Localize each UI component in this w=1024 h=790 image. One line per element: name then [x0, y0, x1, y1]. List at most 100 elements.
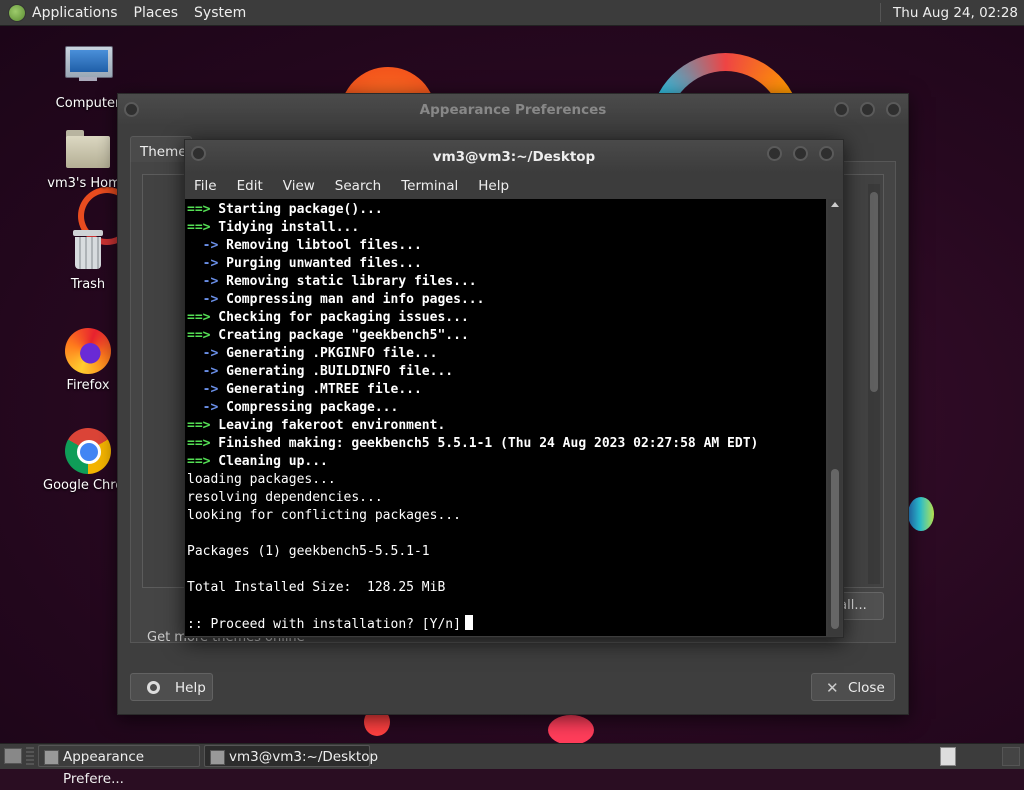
menu-file[interactable]: File [194, 178, 217, 194]
distro-logo-icon[interactable] [8, 3, 26, 22]
terminal-line: ==> Finished making: geekbench5 5.5.1-1 … [187, 435, 826, 453]
firefox-icon [65, 328, 111, 374]
minimize-button[interactable] [767, 146, 782, 161]
terminal-line: loading packages... [187, 471, 826, 489]
chrome-icon [65, 428, 111, 474]
top-panel: Applications Places System Thu Aug 24, 0… [0, 0, 1024, 26]
help-icon [147, 681, 160, 694]
terminal-line-text: Packages (1) geekbench5-5.5.1-1 [187, 544, 430, 559]
workspace-switcher[interactable] [940, 747, 956, 766]
terminal-line: -> Generating .PKGINFO file... [187, 345, 826, 363]
terminal-line: -> Removing static library files... [187, 273, 826, 291]
menu-help[interactable]: Help [478, 178, 509, 194]
close-button[interactable]: ✕ Close [811, 673, 895, 701]
terminal-line-text: :: Proceed with installation? [Y/n] [187, 617, 461, 632]
menu-view[interactable]: View [283, 178, 315, 194]
menu-places[interactable]: Places [134, 5, 179, 21]
terminal-menubar: File Edit View Search Terminal Help [185, 173, 843, 199]
terminal-line-text: Compressing man and info pages... [218, 292, 485, 307]
scrollbar-thumb[interactable] [831, 469, 839, 629]
terminal-line-text: Generating .PKGINFO file... [218, 346, 438, 361]
terminal-line-prefix: ==> [187, 202, 211, 217]
close-window-button[interactable] [886, 102, 901, 117]
trash-icon [71, 230, 105, 270]
taskbar-item-label: Appearance Prefere... [63, 749, 145, 787]
close-window-button[interactable] [819, 146, 834, 161]
terminal-line-text: Creating package "geekbench5"... [210, 328, 469, 343]
terminal-line-prefix: -> [187, 364, 219, 379]
terminal-line-text: resolving dependencies... [187, 490, 383, 505]
terminal-title: vm3@vm3:~/Desktop [432, 149, 596, 165]
terminal-line-prefix: -> [187, 274, 219, 289]
taskbar-item-terminal[interactable]: vm3@vm3:~/Desktop [204, 745, 378, 767]
terminal-line-prefix: ==> [187, 220, 211, 235]
terminal-line: looking for conflicting packages... [187, 507, 826, 525]
help-button-label: Help [175, 680, 206, 696]
wallpaper-dot [548, 715, 594, 743]
terminal-output: ==> Starting package()... ==> Tidying ins… [185, 199, 826, 633]
terminal-line: -> Purging unwanted files... [187, 255, 826, 273]
maximize-button[interactable] [860, 102, 875, 117]
terminal-line: ==> Creating package "geekbench5"... [187, 327, 826, 345]
menu-applications[interactable]: Applications [32, 5, 118, 21]
menu-edit[interactable]: Edit [237, 178, 263, 194]
taskbar-item-label: vm3@vm3:~/Desktop [229, 749, 379, 765]
terminal-line-text: Removing libtool files... [218, 238, 422, 253]
terminal-line: -> Generating .BUILDINFO file... [187, 363, 826, 381]
terminal-line-text: Generating .BUILDINFO file... [218, 364, 454, 379]
scroll-up-icon[interactable] [831, 202, 839, 207]
terminal-line-prefix: -> [187, 256, 219, 271]
terminal-line: ==> Cleaning up... [187, 453, 826, 471]
clock[interactable]: Thu Aug 24, 02:28 [893, 5, 1018, 21]
terminal-cursor [464, 615, 473, 630]
terminal-scrollbar[interactable] [828, 199, 842, 636]
terminal-line-text: Generating .MTREE file... [218, 382, 422, 397]
menu-system[interactable]: System [194, 5, 246, 21]
terminal-line-text: Checking for packaging issues... [210, 310, 469, 325]
terminal-line-prefix: ==> [187, 418, 211, 433]
terminal-line-text: Removing static library files... [218, 274, 477, 289]
terminal-line-prefix: ==> [187, 328, 211, 343]
terminal-line: ==> Leaving fakeroot environment. [187, 417, 826, 435]
terminal-line-prefix: -> [187, 382, 219, 397]
taskbar-item-appearance[interactable]: Appearance Prefere... [38, 745, 200, 787]
help-button[interactable]: Help [130, 673, 213, 701]
terminal-window: vm3@vm3:~/Desktop File Edit View Search … [184, 139, 844, 638]
panel-handle [26, 747, 34, 765]
maximize-button[interactable] [793, 146, 808, 161]
wallpaper-egg [908, 497, 934, 531]
computer-icon [65, 46, 113, 81]
terminal-line-text: Cleaning up... [210, 454, 328, 469]
terminal-screen[interactable]: ==> Starting package()... ==> Tidying ins… [185, 199, 826, 636]
bottom-panel: Appearance Prefere... vm3@vm3:~/Desktop [0, 743, 1024, 787]
terminal-line-prefix: -> [187, 292, 219, 307]
terminal-line: Packages (1) geekbench5-5.5.1-1 [187, 543, 826, 561]
terminal-line: -> Compressing package... [187, 399, 826, 417]
show-desktop-icon[interactable] [4, 748, 22, 764]
tab-theme[interactable]: Theme [130, 136, 192, 162]
terminal-line-text: looking for conflicting packages... [187, 508, 461, 523]
terminal-line-text: Compressing package... [218, 400, 399, 415]
terminal-line-text: Tidying install... [210, 220, 360, 235]
terminal-line-text: Finished making: geekbench5 5.5.1-1 (Thu… [210, 436, 759, 451]
terminal-line-prefix: -> [187, 238, 219, 253]
terminal-titlebar[interactable]: vm3@vm3:~/Desktop [185, 140, 843, 173]
minimize-button[interactable] [834, 102, 849, 117]
menu-terminal[interactable]: Terminal [401, 178, 458, 194]
terminal-line: resolving dependencies... [187, 489, 826, 507]
terminal-line: :: Proceed with installation? [Y/n] [187, 615, 826, 633]
window-titlebar[interactable]: Appearance Preferences [118, 94, 908, 126]
menu-search[interactable]: Search [335, 178, 381, 194]
terminal-line-prefix: ==> [187, 454, 211, 469]
theme-list-scrollbar[interactable] [868, 184, 880, 584]
home-folder-icon [66, 130, 110, 168]
close-icon: ✕ [826, 679, 839, 697]
trash-applet-icon[interactable] [1002, 747, 1020, 766]
close-button-label: Close [848, 680, 885, 696]
terminal-line: ==> Checking for packaging issues... [187, 309, 826, 327]
terminal-line: Total Installed Size: 128.25 MiB [187, 579, 826, 597]
terminal-line-prefix: ==> [187, 436, 211, 451]
